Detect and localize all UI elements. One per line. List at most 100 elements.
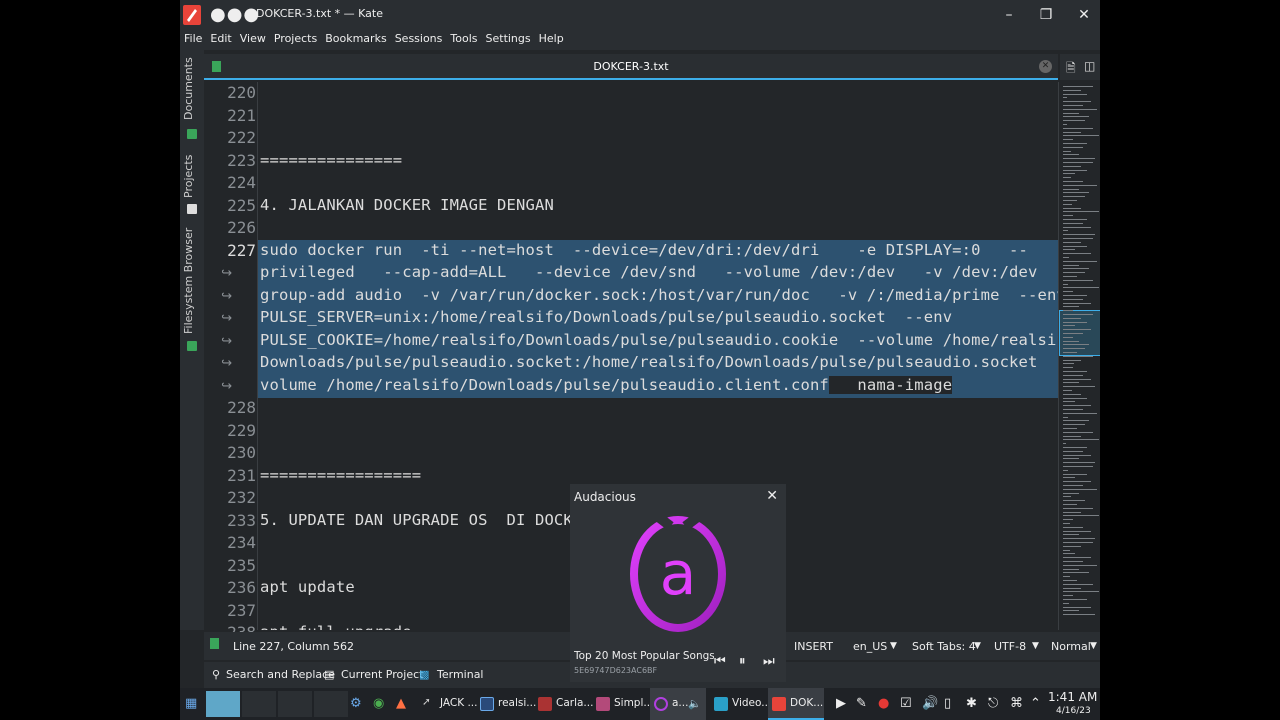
virtual-desktop-1[interactable] [206, 691, 240, 717]
menu-help[interactable]: Help [535, 30, 568, 48]
virtual-desktop-3[interactable] [278, 691, 312, 717]
media-play-icon[interactable]: ▶ [836, 696, 846, 711]
code-line[interactable]: 5. UPDATE DAN UPGRADE OS DI DOCKE [260, 511, 582, 529]
pause-icon[interactable]: ⏸ [739, 654, 746, 669]
minimap-line [1063, 606, 1091, 608]
wrap-indicator-icon: ↪ [221, 266, 232, 281]
sidebar-tab-documents[interactable]: Documents [182, 56, 202, 122]
cursor-position[interactable]: Line 227, Column 562 [233, 640, 354, 653]
maximize-icon[interactable]: ❐ [1037, 6, 1055, 24]
mode-dropdown-icon[interactable]: ▼ [1090, 641, 1097, 651]
minimap-line [1063, 390, 1072, 391]
audacious-close-icon[interactable]: ✕ [766, 488, 778, 504]
minimap-line [1063, 447, 1087, 448]
menu-edit[interactable]: Edit [206, 30, 235, 48]
task-kate[interactable]: DOK... [768, 688, 824, 720]
minimap-line [1063, 112, 1079, 114]
code-line[interactable]: PULSE_SERVER=unix:/home/realsifo/Downloa… [260, 308, 952, 326]
wifi-icon[interactable]: ⌘ [1010, 696, 1023, 711]
previous-icon[interactable]: ⏮ [714, 654, 726, 669]
task-simplescreenrecorder[interactable]: Simpl... [592, 688, 653, 720]
task-terminal[interactable]: realsi... [476, 688, 536, 720]
tab-document[interactable]: DOKCER-3.txt [204, 60, 1058, 73]
task-jack[interactable]: ➚ JACK ... [418, 688, 477, 720]
sidebar-tab-projects[interactable]: Projects [182, 150, 202, 202]
close-icon[interactable]: ✕ [1075, 6, 1093, 24]
code-line[interactable]: volume /home/realsifo/Downloads/pulse/pu… [260, 375, 953, 394]
encoding-dropdown-icon[interactable]: ▼ [1032, 641, 1039, 651]
menu-settings[interactable]: Settings [482, 30, 535, 48]
menu-sessions[interactable]: Sessions [391, 30, 447, 48]
audacious-popup[interactable]: Audacious ✕ a Top 20 Most Popular Songs.… [570, 484, 786, 682]
speaker-icon[interactable]: 🔊 [922, 696, 938, 711]
line-number: 220 [227, 83, 256, 102]
record-icon[interactable]: ● [878, 696, 889, 711]
code-line[interactable]: =============== [260, 151, 402, 169]
usb-icon[interactable]: ⎋ [988, 696, 998, 711]
minimap-line [1063, 268, 1089, 270]
code-line[interactable]: apt full-upgrade [260, 623, 412, 630]
split-view-icon[interactable]: ◫ [1084, 59, 1096, 73]
new-document-icon[interactable]: 🗎 [1066, 59, 1078, 75]
bluetooth-icon[interactable]: ✱ [966, 696, 977, 711]
input-mode[interactable]: INSERT [794, 640, 833, 653]
clock-date[interactable]: 4/16/23 [1056, 706, 1091, 716]
settings-icon[interactable]: ⚙ [350, 696, 362, 711]
sidebar-tab-filesystem[interactable]: Filesystem Browser [182, 226, 202, 336]
clock-time[interactable]: 1:41 AM [1048, 690, 1097, 704]
tab-close-icon[interactable]: ✕ [1039, 60, 1052, 73]
minimap-scrollbar[interactable] [1058, 82, 1100, 630]
code-trailing-text[interactable]: nama-image [828, 375, 953, 394]
task-carla[interactable]: Carla... [534, 688, 593, 720]
app-launcher[interactable]: ▦ [182, 688, 202, 720]
code-line[interactable]: privileged --cap-add=ALL --device /dev/s… [260, 263, 1058, 281]
minimap-line [1063, 409, 1083, 410]
line-number: 228 [227, 398, 256, 417]
code-line[interactable]: 4. JALANKAN DOCKER IMAGE DENGAN [260, 196, 554, 214]
vlc-icon[interactable]: ▲ [396, 696, 406, 711]
clipboard-icon[interactable]: ☑ [900, 696, 912, 711]
code-line[interactable]: apt update [260, 578, 355, 596]
browser-icon[interactable]: ◉ [373, 696, 384, 711]
code-line[interactable]: group-add audio -v /var/run/docker.sock:… [260, 286, 1058, 304]
line-number: 233 [227, 510, 256, 530]
minimize-icon[interactable]: – [1000, 6, 1018, 24]
tray-expand-icon[interactable]: ⌃ [1030, 696, 1041, 711]
task-video[interactable]: Video... [710, 688, 771, 720]
window-menu-dots[interactable]: ●●● [210, 4, 260, 25]
pen-icon[interactable]: ✎ [856, 696, 867, 711]
minimap-line [1063, 523, 1071, 524]
encoding[interactable]: UTF-8 [994, 640, 1026, 653]
line-number: 227 [227, 240, 256, 260]
window-title: DOKCER-3.txt * — Kate [256, 7, 383, 20]
dictionary-dropdown-icon[interactable]: ▼ [890, 641, 897, 651]
code-line[interactable]: Downloads/pulse/pulseaudio.socket:/home/… [260, 353, 1058, 371]
indent-settings[interactable]: Soft Tabs: 4 [912, 640, 976, 653]
virtual-desktop-4[interactable] [314, 691, 348, 717]
code-line[interactable]: ================= [260, 466, 421, 484]
indent-dropdown-icon[interactable]: ▼ [974, 641, 981, 651]
minimap-line [1063, 295, 1087, 296]
konsole-icon [480, 697, 494, 711]
dictionary[interactable]: en_US [853, 640, 887, 653]
next-icon[interactable]: ⏭ [763, 654, 775, 669]
menu-tools[interactable]: Tools [446, 30, 481, 48]
terminal-button[interactable]: Terminal [437, 668, 484, 681]
highlight-mode[interactable]: Normal [1051, 640, 1091, 653]
menu-file[interactable]: File [180, 30, 206, 48]
minimap-line [1063, 488, 1097, 490]
search-replace-button[interactable]: Search and Replace [226, 668, 335, 681]
kate-app-icon[interactable] [182, 4, 202, 26]
current-project-button[interactable]: Current Project [341, 668, 423, 681]
battery-icon[interactable]: ▯ [944, 696, 951, 711]
code-line[interactable]: sudo docker run -ti --net=host --device=… [260, 241, 1028, 259]
menu-projects[interactable]: Projects [270, 30, 321, 48]
task-audacious[interactable]: a... 🔈 [650, 688, 706, 720]
code-line[interactable]: PULSE_COOKIE=/home/realsifo/Downloads/pu… [260, 331, 1058, 349]
menu-view[interactable]: View [236, 30, 270, 48]
minimap-line [1063, 192, 1089, 194]
minimap-line [1063, 363, 1074, 365]
virtual-desktop-2[interactable] [242, 691, 276, 717]
menu-bookmarks[interactable]: Bookmarks [321, 30, 390, 48]
minimap-line [1063, 143, 1087, 144]
